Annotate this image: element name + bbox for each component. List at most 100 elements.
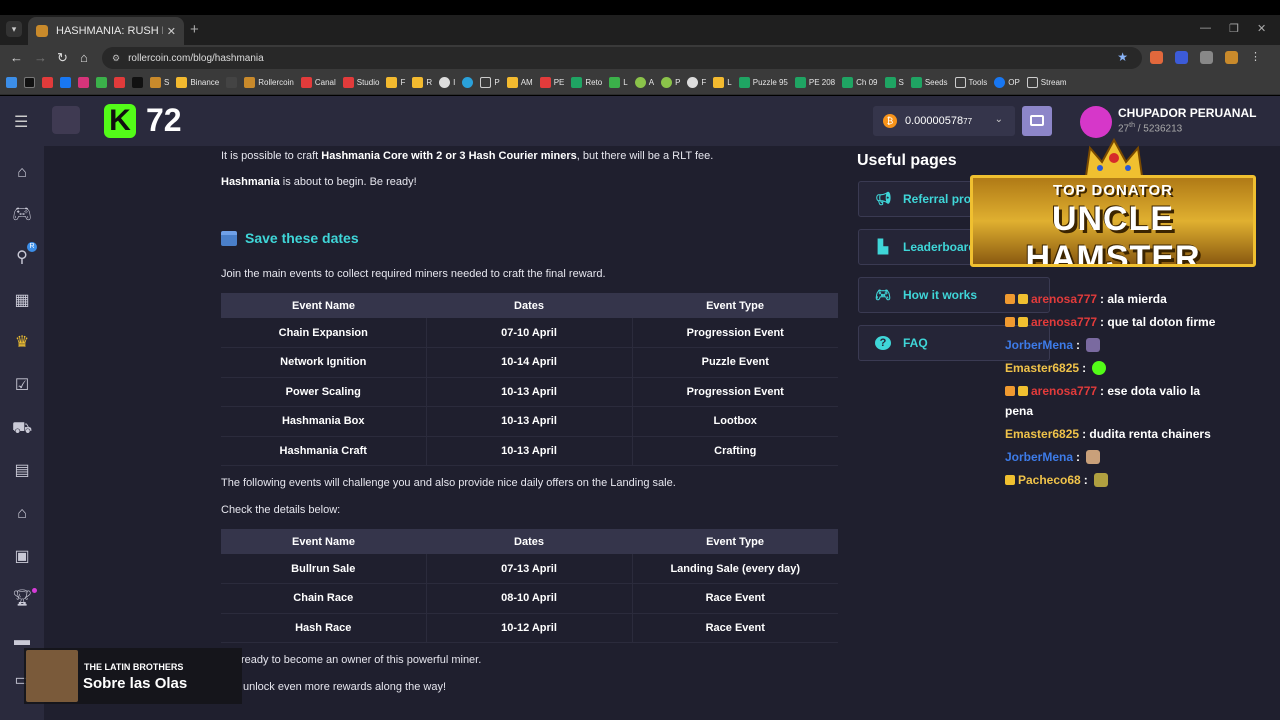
column-header: Event Name [221,293,426,318]
browser-tab[interactable]: HASHMANIA: RUSH NOW! ✕ [28,17,184,45]
home-icon[interactable]: ⌂ [12,164,32,182]
bookmark-folder[interactable]: Tools [954,77,987,88]
bookmark-item[interactable]: Studio [342,77,379,88]
bookmark-item[interactable]: AM [506,77,533,88]
bookmark-item[interactable] [6,77,17,88]
site-info-icon[interactable]: ⚙ [112,53,120,64]
bookmark-folder[interactable]: P [480,77,500,88]
bookmark-item[interactable]: Ch 09 [842,77,878,88]
chat-message: arenosa777 : ese dota valio la [1005,384,1200,398]
back-icon[interactable]: ← [10,50,23,65]
home-icon[interactable]: ⌂ [80,50,88,65]
notification-badge: R [27,242,37,252]
gamepad-icon[interactable]: 🎮︎ [12,206,32,224]
site-logo[interactable] [52,106,80,134]
bookmark-item[interactable] [96,77,107,88]
crown-badge-icon [1018,294,1028,304]
events-icon[interactable]: ▦ [12,292,32,310]
bookmark-item[interactable]: L [609,77,628,88]
extension-icon[interactable] [1150,51,1163,64]
podium-icon: ▙ [878,239,888,254]
chat-message: JorberMena : [1005,450,1101,464]
bookmark-item[interactable]: L [713,77,732,88]
minimize-icon[interactable]: — [1200,22,1211,34]
bookmark-item[interactable]: A [634,77,654,88]
chat-message: arenosa777 : ala mierda [1005,292,1167,306]
bookmark-item[interactable]: Puzzle 95 [738,77,788,88]
maximize-icon[interactable]: ❐ [1229,22,1239,35]
table-cell: Chain Race [221,583,427,614]
bookmark-item[interactable]: S [884,77,904,88]
bookmark-item[interactable] [462,77,474,88]
browser-toolbar: ← → ↻ ⌂ ⚙ rollercoin.com/blog/hashmania … [0,45,1280,71]
bookmark-item[interactable] [24,77,35,88]
bookmark-item[interactable] [60,77,71,88]
tab-search-icon[interactable]: ▾ [6,21,22,37]
table-cell: 07-13 April [426,554,633,584]
profile-icon[interactable] [1225,51,1238,64]
bookmark-folder[interactable]: Stream [1026,77,1067,88]
bookmark-item[interactable]: PE 208 [794,77,835,88]
kick-viewer-count: 72 [146,102,182,138]
bookmark-item[interactable] [132,77,143,88]
bookmark-item[interactable]: Canal [300,77,336,88]
question-icon: ? [875,336,891,350]
crown-icon[interactable]: ♛ [12,334,32,352]
more-menu-icon[interactable]: ⋮ [1250,51,1263,64]
store-icon[interactable]: ▣ [12,548,32,566]
column-header: Event Type [632,293,838,318]
table-cell: Network Ignition [221,347,427,378]
forward-icon[interactable]: → [34,50,47,65]
bookmark-item[interactable] [226,77,238,88]
column-header: Dates [426,293,632,318]
close-tab-icon[interactable]: ✕ [167,25,176,38]
bookmark-item[interactable]: Rollercoin [244,77,294,88]
table-row: Chain Race 08-10 April Race Event [221,583,838,614]
cart-icon[interactable]: ⛟ [12,420,32,438]
menu-icon[interactable]: ☰ [14,112,28,132]
table-cell: Power Scaling [221,377,427,407]
wallet-button[interactable] [1022,106,1052,136]
bookmark-star-icon[interactable]: ★ [1117,50,1128,64]
balance-value: 0.00000578 [905,115,964,127]
user-rank: 27th / 5236213 [1118,122,1183,135]
gamepad-icon: 🎮︎ [875,287,892,302]
bookmark-item[interactable]: S [150,77,169,88]
bookmark-item[interactable]: PE [539,77,564,88]
tasks-icon[interactable]: ☑ [12,377,32,395]
bookmark-item[interactable]: Seeds [910,77,948,88]
bookmark-item[interactable]: P [661,77,680,88]
table-row: Hashmania Box 10-13 April Lootbox [221,406,838,437]
table-cell: Bullrun Sale [221,554,427,584]
trophy-icon[interactable]: 🏆︎ [12,590,32,608]
bookmark-item[interactable] [114,77,125,88]
rewards-icon[interactable]: ⚲ [12,249,32,267]
bookmark-item[interactable]: Reto [571,77,602,88]
bookmark-item[interactable]: F [386,77,405,88]
extensions-puzzle-icon[interactable] [1200,51,1213,64]
table-cell: Puzzle Event [632,347,838,378]
close-window-icon[interactable]: ✕ [1257,22,1266,35]
megaphone-icon: 📢︎ [875,191,892,206]
balance-selector[interactable]: ₿ 0.00000578 77 ⌄ [873,106,1015,136]
avatar[interactable] [1080,106,1112,138]
bookmark-item[interactable]: OP [994,77,1020,88]
race-events-table: Event Name Dates Event Type Bullrun Sale… [221,529,838,643]
bookmark-item[interactable]: R [412,77,432,88]
bookmark-item[interactable]: F [687,77,706,88]
bookmark-item[interactable]: Binance [176,77,219,88]
bookmark-item[interactable]: I [439,77,455,88]
bookmark-item[interactable] [42,77,53,88]
address-bar[interactable]: ⚙ rollercoin.com/blog/hashmania ★ [102,47,1142,69]
paragraph: Join the main events to collect required… [221,268,606,280]
new-tab-icon[interactable]: + [190,21,199,38]
reload-icon[interactable]: ↻ [57,50,68,66]
marketplace-icon[interactable]: ▤ [12,462,32,480]
bank-icon[interactable]: ⌂ [12,505,32,523]
extension-icons: ⋮ [1150,51,1263,64]
bookmark-item[interactable] [78,77,89,88]
table-cell: Race Event [632,613,838,643]
emote-icon [1086,338,1101,352]
username[interactable]: CHUPADOR PERUANAL [1118,106,1256,120]
extension-icon[interactable] [1175,51,1188,64]
